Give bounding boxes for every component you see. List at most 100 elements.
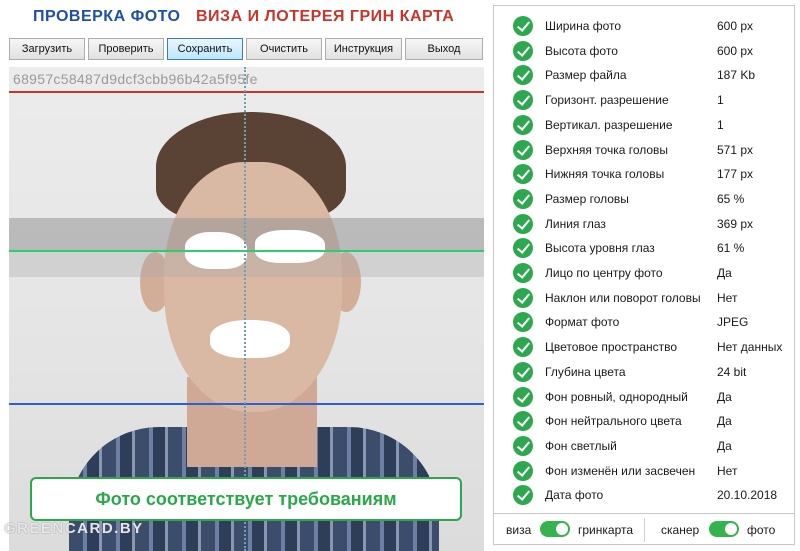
checks-panel: Ширина фото 600 px Высота фото 600 px Размер… — [493, 5, 795, 514]
check-ok-icon — [513, 90, 533, 111]
check-label: Размер головы — [545, 191, 629, 206]
check-value: Нет — [717, 463, 738, 478]
instruction-button[interactable]: Инструкция — [325, 38, 402, 60]
check-row: Ширина фото 600 px — [494, 15, 794, 39]
check-label: Высота уровня глаз — [545, 241, 655, 256]
check-ok-icon — [513, 361, 533, 382]
check-value: 1 — [717, 93, 724, 108]
greencard-label: гринкарта — [578, 523, 634, 537]
app-title: ПРОВЕРКА ФОТО — [33, 8, 181, 25]
check-ok-icon — [513, 238, 533, 259]
check-value: 177 px — [717, 167, 754, 182]
check-row: Линия глаз 369 px — [494, 213, 794, 237]
check-row: Наклон или поворот головы Нет — [494, 287, 794, 311]
check-label: Фон нейтрального цвета — [545, 414, 682, 429]
check-ok-icon — [513, 263, 533, 283]
save-button[interactable]: Сохранить — [167, 38, 243, 60]
check-value: Нет данных — [717, 340, 783, 355]
scanner-label: сканер — [661, 523, 700, 537]
source-toggle[interactable] — [709, 521, 739, 537]
switch-bar: виза гринкарта сканер фото — [493, 513, 795, 545]
check-value: 571 px — [717, 142, 754, 157]
check-label: Фон ровный, однородный — [545, 389, 688, 404]
mode-toggle-knob — [556, 523, 568, 535]
check-ok-icon — [513, 312, 533, 333]
check-row: Дата фото 20.10.2018 — [494, 484, 794, 508]
check-row: Нижняя точка головы 177 px — [494, 163, 794, 187]
right-eye-mask — [255, 230, 325, 263]
check-ok-icon — [513, 40, 533, 61]
check-row: Вертикал. разрешение 1 — [494, 114, 794, 138]
check-row: Формат фото JPEG — [494, 311, 794, 335]
check-value: Да — [717, 414, 732, 429]
check-value: Да — [717, 266, 732, 280]
check-value: 1 — [717, 117, 724, 132]
toolbar: Загрузить Проверить Сохранить Очистить И… — [9, 38, 484, 62]
check-ok-icon — [513, 460, 533, 481]
check-label: Цветовое пространство — [545, 340, 678, 355]
check-row: Цветовое пространство Нет данных — [494, 336, 794, 360]
check-ok-icon — [513, 139, 533, 160]
check-value: Да — [717, 389, 732, 404]
check-ok-icon — [513, 386, 533, 407]
eye-guide-line — [9, 250, 484, 252]
check-value: 20.10.2018 — [717, 488, 778, 503]
check-label: Фон изменён или засвечен — [545, 463, 696, 478]
check-value: JPEG — [717, 315, 749, 330]
photo-source-label: фото — [747, 523, 776, 537]
check-label: Лицо по центру фото — [545, 266, 663, 280]
check-value: 187 Kb — [717, 68, 756, 83]
check-label: Нижняя точка головы — [545, 167, 665, 182]
top-guide-line — [9, 91, 484, 93]
check-label: Дата фото — [545, 488, 604, 503]
check-row: Фон нейтрального цвета Да — [494, 410, 794, 434]
check-row: Размер головы 65 % — [494, 188, 794, 212]
check-label: Линия глаз — [545, 216, 606, 231]
check-row: Фон светлый Да — [494, 435, 794, 459]
switch-divider — [644, 518, 645, 542]
check-row: Высота фото 600 px — [494, 40, 794, 64]
check-row: Верхняя точка головы 571 px — [494, 139, 794, 163]
check-ok-icon — [513, 164, 533, 185]
check-label: Высота фото — [545, 43, 618, 58]
check-label: Формат фото — [545, 315, 620, 330]
chin-guide-line — [9, 403, 484, 405]
mode-toggle[interactable] — [540, 521, 570, 537]
check-label: Наклон или поворот головы — [545, 290, 701, 305]
exit-button[interactable]: Выход — [405, 38, 483, 60]
check-label: Фон светлый — [545, 438, 617, 453]
clear-button[interactable]: Очистить — [246, 38, 322, 60]
check-ok-icon — [513, 287, 533, 308]
check-value: 61 % — [717, 241, 745, 256]
check-value: Нет — [717, 290, 738, 305]
check-ok-icon — [513, 337, 533, 358]
check-row: Горизонт. разрешение 1 — [494, 89, 794, 113]
check-value: 600 px — [717, 43, 754, 58]
result-message: Фото соответствует требованиям — [30, 477, 462, 521]
check-row: Размер файла 187 Kb — [494, 64, 794, 88]
check-value: 600 px — [717, 19, 754, 33]
check-label: Глубина цвета — [545, 364, 626, 379]
check-label: Ширина фото — [545, 19, 622, 33]
check-ok-icon — [513, 485, 533, 506]
check-label: Вертикал. разрешение — [545, 117, 673, 132]
mouth-mask — [210, 320, 290, 358]
check-label: Верхняя точка головы — [545, 142, 669, 157]
visa-label: виза — [506, 523, 532, 537]
check-ok-icon — [513, 213, 533, 234]
check-row: Высота уровня глаз 61 % — [494, 237, 794, 261]
check-row: Лицо по центру фото Да — [494, 262, 794, 286]
check-ok-icon — [513, 435, 533, 456]
check-label: Горизонт. разрешение — [545, 93, 669, 108]
check-row: Фон изменён или засвечен Нет — [494, 460, 794, 484]
check-ok-icon — [513, 114, 533, 135]
check-value: 65 % — [717, 191, 745, 206]
check-label: Размер файла — [545, 68, 627, 83]
check-row: Фон ровный, однородный Да — [494, 386, 794, 410]
load-button[interactable]: Загрузить — [9, 38, 85, 60]
source-toggle-knob — [725, 523, 737, 535]
watermark: GREENCARD.BY — [4, 520, 144, 537]
check-button[interactable]: Проверить — [88, 38, 164, 60]
check-value: 369 px — [717, 216, 754, 231]
check-value: Да — [717, 438, 732, 453]
